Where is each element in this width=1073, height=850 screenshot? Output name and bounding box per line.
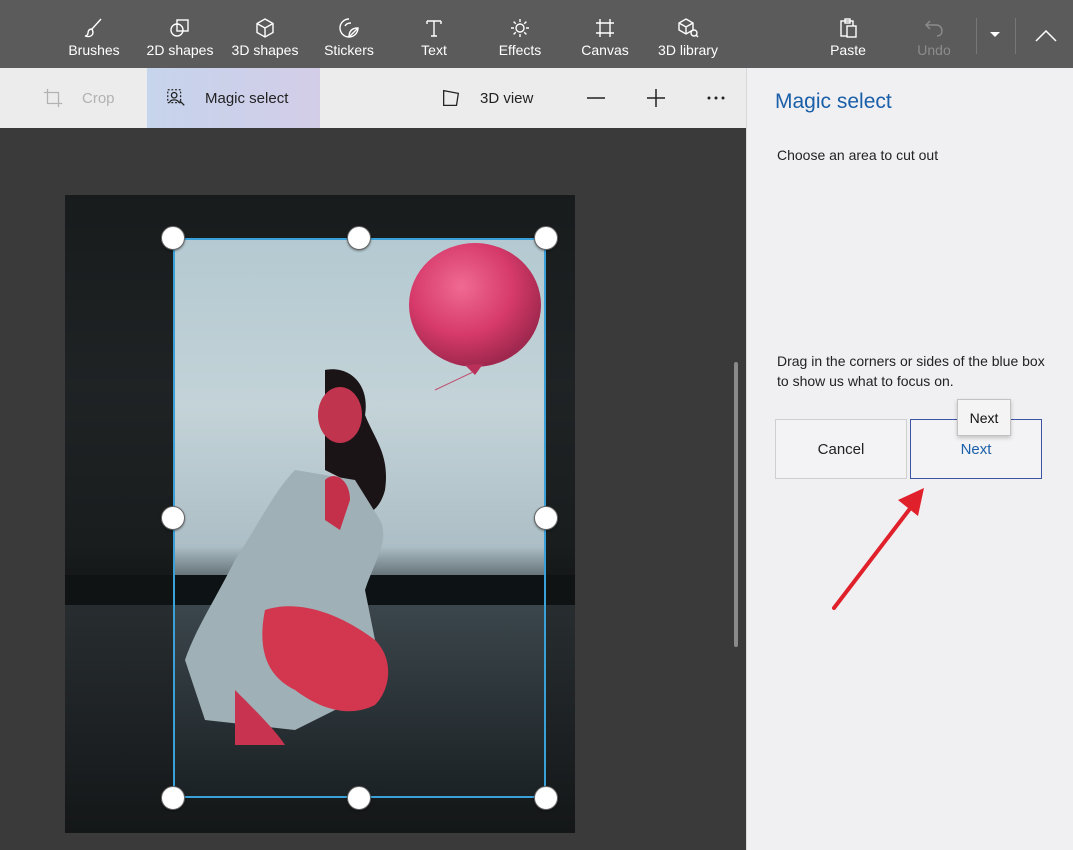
undo-label: Undo	[917, 42, 951, 58]
resize-handle-right[interactable]	[534, 506, 558, 530]
resize-handle-bottom[interactable]	[347, 786, 371, 810]
panel-title: Magic select	[775, 90, 892, 113]
3d-view-icon	[443, 89, 460, 106]
zoom-in-button[interactable]	[640, 82, 672, 114]
3d-view-label: 3D view	[480, 89, 534, 107]
dim-overlay	[65, 195, 575, 238]
magic-select-panel: Magic select Choose an area to cut out D…	[746, 68, 1073, 850]
more-icon	[707, 96, 725, 100]
resize-handle-top-left[interactable]	[161, 226, 185, 250]
2d-shapes-tool[interactable]: 2D shapes	[144, 0, 216, 68]
stickers-tool[interactable]: Stickers	[320, 0, 378, 68]
collapse-toolbar-button[interactable]	[1030, 22, 1062, 50]
3d-shapes-icon	[256, 18, 274, 38]
effects-label: Effects	[498, 42, 542, 58]
3d-shapes-tool[interactable]: 3D shapes	[229, 0, 301, 68]
undo-icon	[925, 20, 943, 37]
paste-label: Paste	[830, 42, 866, 58]
toolbar-divider	[1015, 18, 1016, 54]
chevron-up-icon	[1035, 30, 1057, 42]
magic-select-button[interactable]: Magic select	[147, 68, 320, 128]
2d-shapes-icon	[170, 19, 189, 37]
canvas-icon	[596, 19, 614, 37]
paste-button[interactable]: Paste	[826, 0, 870, 68]
tool-options-bar: Crop Magic select 3D view	[0, 68, 746, 128]
annotation-arrow-icon	[832, 488, 924, 610]
cancel-button[interactable]: Cancel	[775, 419, 907, 479]
more-options-button[interactable]	[700, 82, 732, 114]
toolbar-divider	[976, 18, 977, 54]
crop-button[interactable]: Crop	[42, 68, 115, 128]
effects-tool[interactable]: Effects	[494, 0, 546, 68]
resize-handle-left[interactable]	[161, 506, 185, 530]
magic-select-icon	[167, 89, 185, 106]
magic-select-label: Magic select	[205, 89, 289, 107]
3d-shapes-label: 3D shapes	[231, 42, 299, 58]
3d-library-tool[interactable]: 3D library	[654, 0, 722, 68]
resize-handle-bottom-right[interactable]	[534, 786, 558, 810]
stickers-label: Stickers	[324, 42, 374, 58]
chevron-down-icon	[990, 32, 1000, 37]
dim-overlay	[65, 798, 575, 833]
paste-icon	[840, 18, 857, 38]
canvas-label: Canvas	[581, 42, 629, 58]
panel-help-text: Drag in the corners or sides of the blue…	[777, 353, 1045, 389]
sticker-icon	[339, 18, 359, 38]
resize-handle-bottom-left[interactable]	[161, 786, 185, 810]
2d-shapes-label: 2D shapes	[146, 42, 214, 58]
text-icon	[426, 20, 442, 37]
text-label: Text	[421, 42, 447, 58]
3d-library-icon	[678, 18, 699, 38]
3d-library-label: 3D library	[658, 42, 718, 58]
crop-icon	[43, 88, 63, 108]
resize-handle-top-right[interactable]	[534, 226, 558, 250]
brush-icon	[84, 18, 102, 38]
crop-label: Crop	[82, 89, 115, 107]
history-dropdown-button[interactable]	[984, 24, 1006, 46]
minus-icon	[587, 97, 605, 99]
dim-overlay	[65, 238, 173, 798]
canvas-scrollbar[interactable]	[734, 362, 738, 647]
effects-icon	[511, 19, 529, 37]
brushes-tool[interactable]: Brushes	[66, 0, 122, 68]
plus-icon	[647, 89, 665, 107]
zoom-out-button[interactable]	[580, 82, 612, 114]
next-tooltip: Next	[957, 399, 1011, 436]
undo-button[interactable]: Undo	[912, 0, 956, 68]
resize-handle-top[interactable]	[347, 226, 371, 250]
3d-view-button[interactable]: 3D view	[440, 68, 533, 128]
main-toolbar: Brushes 2D shapes 3D shapes Stickers Tex…	[0, 0, 1073, 68]
text-tool[interactable]: Text	[414, 0, 454, 68]
selection-box[interactable]	[173, 238, 546, 798]
panel-subtitle: Choose an area to cut out	[777, 147, 939, 163]
canvas-tool[interactable]: Canvas	[578, 0, 632, 68]
brushes-label: Brushes	[68, 42, 120, 58]
